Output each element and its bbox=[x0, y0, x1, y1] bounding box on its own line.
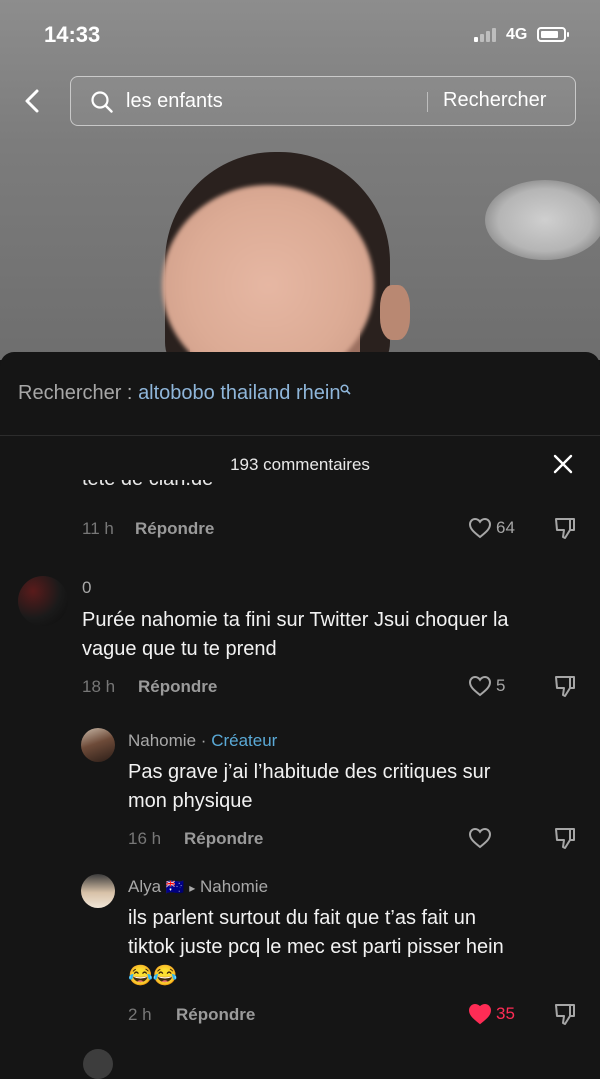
network-type: 4G bbox=[506, 26, 528, 43]
reply-to-name[interactable]: Nahomie bbox=[200, 877, 268, 896]
suggestion-search-icon bbox=[340, 384, 352, 395]
comment-time: 18 h bbox=[82, 677, 116, 696]
search-input[interactable]: les enfants bbox=[126, 90, 223, 113]
avatar[interactable] bbox=[18, 576, 68, 626]
reply-button[interactable]: Répondre bbox=[135, 519, 214, 539]
heart-icon bbox=[468, 675, 492, 697]
like-count: 35 bbox=[496, 1004, 515, 1023]
comment-text-line: mon physique bbox=[128, 790, 253, 812]
search-suggestion[interactable]: Rechercher : altobobo thailand rhein bbox=[18, 382, 352, 405]
comment-text: ils parlent surtout du fait que t’as fai… bbox=[128, 904, 504, 991]
close-icon[interactable] bbox=[551, 452, 575, 476]
comment-time: 11 h bbox=[82, 519, 114, 538]
reply-author-name[interactable]: Alya bbox=[128, 877, 161, 896]
suggestion-query[interactable]: altobobo thailand rhein bbox=[138, 382, 340, 404]
battery-icon bbox=[537, 27, 569, 42]
dislike-icon[interactable] bbox=[553, 674, 577, 698]
like-count: 5 bbox=[496, 676, 506, 695]
comments-count: 193 commentaires bbox=[230, 455, 370, 474]
sheet-divider bbox=[0, 435, 600, 436]
suggestion-label: Rechercher : bbox=[18, 382, 133, 404]
creator-name[interactable]: Nahomie bbox=[128, 731, 196, 750]
like-button[interactable]: 64 bbox=[468, 517, 515, 539]
comment-text-line: Pas grave j’ai l’habitude des critiques … bbox=[128, 761, 491, 783]
avatar[interactable] bbox=[81, 874, 115, 908]
heart-icon bbox=[468, 517, 492, 539]
search-button[interactable]: Rechercher bbox=[443, 89, 546, 112]
search-bar[interactable]: les enfants Rechercher bbox=[70, 76, 576, 126]
heart-icon bbox=[468, 827, 492, 849]
badge-separator: · bbox=[200, 731, 207, 750]
comment-text: Pas grave j’ai l’habitude des critiques … bbox=[128, 758, 490, 816]
search-divider bbox=[427, 92, 428, 112]
commenter-name[interactable]: 0 bbox=[82, 578, 91, 598]
dislike-icon[interactable] bbox=[553, 516, 577, 540]
reply-button[interactable]: Répondre bbox=[176, 1005, 255, 1025]
search-icon bbox=[91, 91, 113, 113]
comments-sheet: Rechercher : altobobo thailand rhein 193… bbox=[0, 352, 600, 1079]
comment-text-line: Purée nahomie ta fini sur Twitter Jsui c… bbox=[82, 609, 509, 631]
laughing-emoji: 😂😂 bbox=[128, 965, 178, 987]
avatar[interactable] bbox=[81, 728, 115, 762]
comment-time: 16 h bbox=[128, 829, 162, 848]
dislike-icon[interactable] bbox=[553, 1002, 577, 1026]
signal-icon bbox=[474, 28, 496, 42]
reply-arrow-icon: ▸ bbox=[189, 881, 196, 895]
comment-text-line: tiktok juste pcq le mec est parti pisser… bbox=[128, 936, 504, 958]
person-ear bbox=[380, 285, 410, 340]
reply-button[interactable]: Répondre bbox=[138, 677, 217, 697]
like-count: 64 bbox=[496, 518, 515, 537]
status-time: 14:33 bbox=[44, 22, 101, 47]
cut-comment-text: tête de clan.de bbox=[82, 480, 382, 500]
comment-text-line: vague que tu te prend bbox=[82, 638, 277, 660]
ceiling-light bbox=[485, 180, 600, 260]
like-button[interactable]: 5 bbox=[468, 675, 505, 697]
comment-text: Purée nahomie ta fini sur Twitter Jsui c… bbox=[82, 606, 509, 664]
reply-button[interactable]: Répondre bbox=[184, 829, 263, 849]
back-arrow-icon[interactable] bbox=[20, 88, 46, 114]
comment-time: 2 h bbox=[128, 1005, 152, 1024]
commenter-name[interactable]: Nahomie · Créateur bbox=[128, 731, 277, 751]
like-button[interactable]: 35 bbox=[468, 1003, 515, 1025]
comment-text-line: ils parlent surtout du fait que t’as fai… bbox=[128, 907, 476, 929]
heart-filled-icon bbox=[468, 1003, 492, 1025]
like-button[interactable] bbox=[468, 827, 492, 849]
dislike-icon[interactable] bbox=[553, 826, 577, 850]
commenter-name[interactable]: Alya 🇦🇺 ▸ Nahomie bbox=[128, 877, 268, 897]
flag-icon: 🇦🇺 bbox=[165, 879, 185, 896]
creator-badge: Créateur bbox=[211, 731, 278, 750]
status-bar: 14:33 4G bbox=[0, 0, 600, 70]
